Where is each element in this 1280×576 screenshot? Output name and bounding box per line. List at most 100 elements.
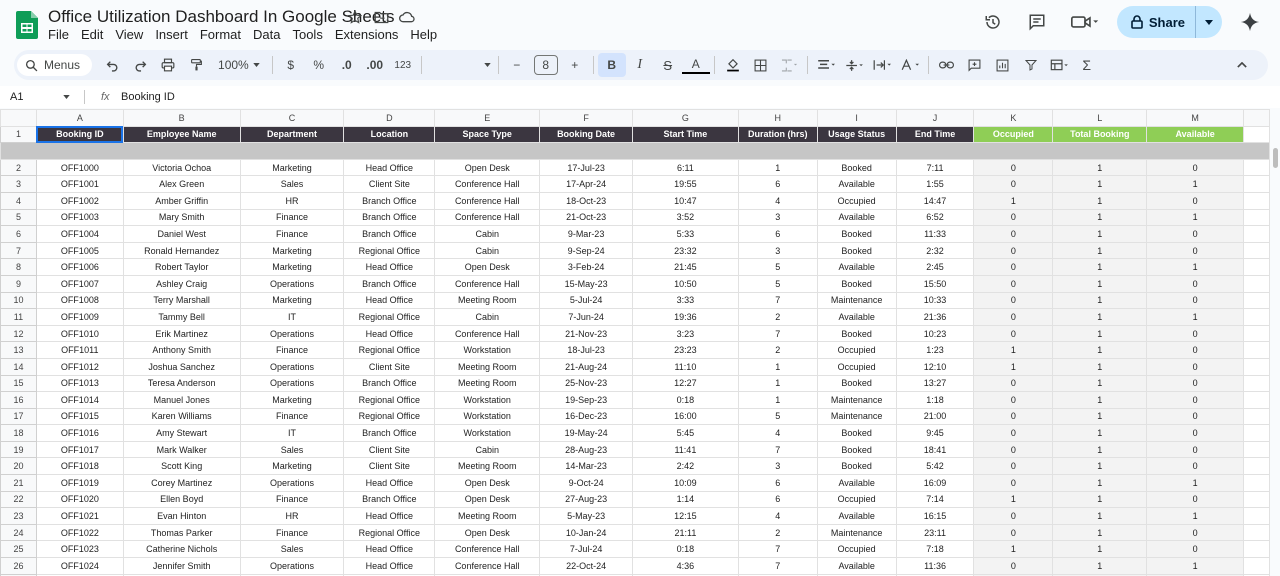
cell[interactable]: 2:42 — [632, 457, 739, 476]
cell[interactable]: 5 — [737, 407, 818, 426]
cell[interactable]: Conference Hall — [434, 191, 541, 210]
cell[interactable]: 12:27 — [632, 374, 739, 393]
star-icon[interactable] — [346, 8, 364, 26]
cell[interactable]: 4 — [737, 424, 818, 442]
row-number[interactable]: 11 — [0, 308, 37, 326]
decrease-decimal-button[interactable]: .0 — [333, 53, 361, 77]
cell[interactable]: Client Site — [343, 440, 436, 459]
cell[interactable]: 9-Sep-24 — [539, 241, 634, 260]
cell[interactable]: Branch Office — [343, 191, 436, 210]
cell[interactable]: Jennifer Smith — [122, 557, 241, 575]
column-header-l[interactable]: L — [1052, 109, 1148, 127]
empty-cell[interactable] — [1243, 191, 1270, 210]
cell[interactable]: 5:45 — [632, 424, 739, 442]
cell[interactable]: 1 — [1052, 407, 1148, 426]
cell[interactable]: OFF1009 — [35, 308, 124, 326]
empty-cell[interactable] — [1243, 308, 1270, 326]
cell[interactable]: IT — [239, 308, 345, 326]
cell[interactable]: Conference Hall — [434, 557, 541, 575]
row-number[interactable]: 19 — [0, 440, 37, 459]
cell[interactable]: 11:10 — [632, 357, 739, 376]
header-cell[interactable]: Location — [343, 125, 436, 144]
insert-link-icon[interactable] — [933, 53, 961, 77]
column-header-j[interactable]: J — [895, 109, 975, 127]
cell[interactable]: 5-Jul-24 — [539, 291, 634, 310]
cell[interactable]: 0:18 — [632, 391, 739, 409]
cell[interactable]: 19:36 — [632, 308, 739, 326]
cell[interactable]: 12:15 — [632, 507, 739, 525]
cell[interactable]: Booked — [816, 374, 897, 393]
cell[interactable]: Victoria Ochoa — [122, 158, 241, 177]
cell[interactable]: Available — [816, 507, 897, 525]
cell[interactable]: 1 — [973, 490, 1054, 509]
cell[interactable]: OFF1018 — [35, 457, 124, 476]
cell[interactable]: Marketing — [239, 241, 345, 260]
cell[interactable]: Client Site — [343, 357, 436, 376]
cell[interactable]: Sales — [239, 440, 345, 459]
cell[interactable]: Branch Office — [343, 225, 436, 243]
cell[interactable]: 11:41 — [632, 440, 739, 459]
cell[interactable]: 2:45 — [895, 258, 975, 276]
cell[interactable]: 5-May-23 — [539, 507, 634, 525]
cell[interactable]: Booked — [816, 457, 897, 476]
cell[interactable]: Meeting Room — [434, 291, 541, 310]
cell[interactable]: Booked — [816, 225, 897, 243]
cell[interactable]: 0 — [1146, 391, 1244, 409]
cell[interactable]: OFF1015 — [35, 407, 124, 426]
cell[interactable]: Open Desk — [434, 490, 541, 509]
cell[interactable]: Finance — [239, 208, 345, 227]
version-history-icon[interactable] — [977, 6, 1009, 38]
cell[interactable]: 0 — [973, 391, 1054, 409]
cell[interactable]: Amber Griffin — [122, 191, 241, 210]
cell[interactable]: 0 — [973, 175, 1054, 193]
cell[interactable]: OFF1001 — [35, 175, 124, 193]
cell[interactable]: 0 — [1146, 158, 1244, 177]
cell[interactable]: 21:00 — [895, 407, 975, 426]
empty-cell[interactable] — [1243, 324, 1270, 343]
freeze-line[interactable] — [0, 142, 1270, 160]
cell[interactable]: 0 — [1146, 341, 1244, 359]
empty-cell[interactable] — [1243, 274, 1270, 293]
cell[interactable]: 1:14 — [632, 490, 739, 509]
cell[interactable]: 10:50 — [632, 274, 739, 293]
menu-view[interactable]: View — [115, 27, 149, 42]
header-cell[interactable]: Occupied — [973, 125, 1054, 144]
cell[interactable]: OFF1004 — [35, 225, 124, 243]
sheets-logo-icon[interactable] — [16, 11, 38, 39]
cell[interactable]: Joshua Sanchez — [122, 357, 241, 376]
cell[interactable]: Meeting Room — [434, 357, 541, 376]
text-color-icon[interactable]: A — [681, 56, 710, 74]
row-number[interactable]: 26 — [0, 557, 37, 575]
row-number[interactable]: 4 — [0, 191, 37, 210]
cell[interactable]: 6 — [737, 175, 818, 193]
cell[interactable]: 21:36 — [895, 308, 975, 326]
row-number[interactable]: 7 — [0, 241, 37, 260]
cell[interactable]: Meeting Room — [434, 457, 541, 476]
row-number[interactable]: 15 — [0, 374, 37, 393]
cell[interactable]: Manuel Jones — [122, 391, 241, 409]
cell[interactable]: Conference Hall — [434, 540, 541, 559]
cell[interactable]: 11:36 — [895, 557, 975, 575]
row-number[interactable]: 20 — [0, 457, 37, 476]
cell[interactable]: Head Office — [343, 474, 436, 492]
cell[interactable]: 1 — [1052, 158, 1148, 177]
cell[interactable]: Client Site — [343, 457, 436, 476]
cell[interactable]: 0 — [973, 225, 1054, 243]
filter-views-icon[interactable] — [1045, 53, 1073, 77]
increase-font-size-button[interactable]: + — [561, 53, 589, 77]
merge-cells-icon[interactable] — [775, 53, 803, 77]
cell[interactable]: OFF1013 — [35, 374, 124, 393]
cell[interactable]: 18-Oct-23 — [539, 191, 634, 210]
horizontal-align-icon[interactable] — [812, 53, 840, 77]
move-folder-icon[interactable] — [372, 8, 390, 26]
cell[interactable]: 0 — [1146, 374, 1244, 393]
cell[interactable]: 2:32 — [895, 241, 975, 260]
cell[interactable]: 11:33 — [895, 225, 975, 243]
cell[interactable]: Mary Smith — [122, 208, 241, 227]
cell[interactable]: 7 — [737, 540, 818, 559]
cell[interactable]: Workstation — [434, 391, 541, 409]
cell[interactable]: 2 — [737, 308, 818, 326]
row-number[interactable]: 3 — [0, 175, 37, 193]
cell[interactable]: 1 — [1052, 523, 1148, 542]
cell[interactable]: OFF1017 — [35, 440, 124, 459]
